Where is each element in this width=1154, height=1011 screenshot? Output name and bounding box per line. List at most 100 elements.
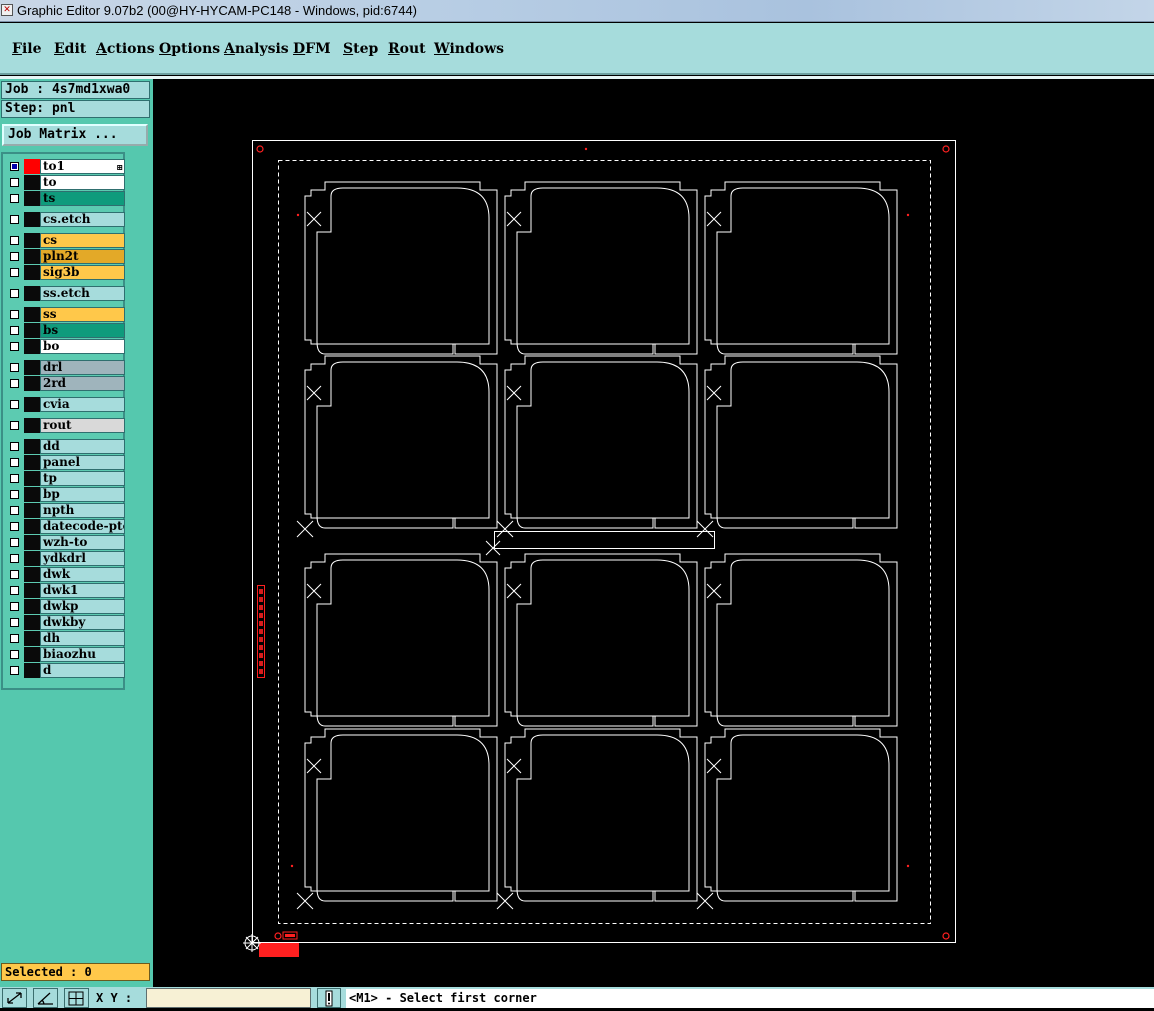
menu-windows[interactable]: Windows [434,40,504,58]
layer-name[interactable]: cvia [40,397,125,412]
layer-name[interactable]: rout [40,418,125,433]
layer-checkbox[interactable] [10,474,19,483]
layer-name[interactable]: bo [40,339,125,354]
layer-affected-indicator[interactable] [24,471,40,486]
layer-checkbox[interactable] [10,252,19,261]
layer-name[interactable]: sig3b [40,265,125,280]
layer-affected-indicator[interactable] [24,212,40,227]
layer-row-ss[interactable]: ss [6,307,126,322]
layer-checkbox[interactable] [10,522,19,531]
layer-name[interactable]: panel [40,455,125,470]
menu-step[interactable]: Step [343,40,378,58]
layer-checkbox[interactable] [10,554,19,563]
menu-dfm[interactable]: DFM [293,40,331,58]
layer-row-tp[interactable]: tp [6,471,126,486]
layer-row-datecode-pto[interactable]: datecode-pto [6,519,126,534]
layer-name[interactable]: dwk1 [40,583,125,598]
layer-affected-indicator[interactable] [24,249,40,264]
layer-row-to[interactable]: to [6,175,126,190]
measure-button[interactable] [33,988,58,1008]
layer-checkbox[interactable] [10,538,19,547]
layer-affected-indicator[interactable] [24,191,40,206]
layer-affected-indicator[interactable] [24,551,40,566]
layer-name[interactable]: dwk [40,567,125,582]
layer-name[interactable]: tp [40,471,125,486]
layer-row-wzh-to[interactable]: wzh-to [6,535,126,550]
menu-options[interactable]: Options [159,40,220,58]
layer-checkbox[interactable] [10,442,19,451]
layer-checkbox[interactable] [10,236,19,245]
layer-row-cs[interactable]: cs [6,233,126,248]
layer-affected-indicator[interactable] [24,567,40,582]
layer-name[interactable]: wzh-to [40,535,125,550]
layer-affected-indicator[interactable] [24,286,40,301]
layer-row-dd[interactable]: dd [6,439,126,454]
layer-checkbox[interactable] [10,379,19,388]
layer-checkbox[interactable] [10,326,19,335]
layer-affected-indicator[interactable] [24,535,40,550]
layer-checkbox[interactable] [10,178,19,187]
layer-checkbox[interactable] [10,268,19,277]
layer-row-sig3b[interactable]: sig3b [6,265,126,280]
layer-name[interactable]: npth [40,503,125,518]
layer-affected-indicator[interactable] [24,233,40,248]
layer-checkbox[interactable] [10,289,19,298]
layer-row-panel[interactable]: panel [6,455,126,470]
layer-row-ss-etch[interactable]: ss.etch [6,286,126,301]
layer-affected-indicator[interactable] [24,615,40,630]
xy-input[interactable] [146,988,311,1008]
layer-checkbox[interactable] [10,310,19,319]
layer-checkbox[interactable] [10,586,19,595]
layer-name[interactable]: datecode-pto [40,519,125,534]
layer-name[interactable]: biaozhu [40,647,125,662]
layer-name[interactable]: bp [40,487,125,502]
layer-checkbox[interactable] [10,506,19,515]
layer-name[interactable]: to1 ⊞ [40,159,125,174]
layer-checkbox[interactable] [10,490,19,499]
layer-checkbox[interactable] [10,618,19,627]
layer-row-rout[interactable]: rout [6,418,126,433]
layer-affected-indicator[interactable] [24,265,40,280]
layer-row-dwkp[interactable]: dwkp [6,599,126,614]
layer-affected-indicator[interactable] [24,439,40,454]
layer-name[interactable]: ss.etch [40,286,125,301]
layer-name[interactable]: cs [40,233,125,248]
menu-rout[interactable]: Rout [388,40,426,58]
layer-name[interactable]: pln2t [40,249,125,264]
layer-affected-indicator[interactable] [24,159,40,174]
layer-checkbox[interactable] [10,342,19,351]
layer-affected-indicator[interactable] [24,376,40,391]
menu-actions[interactable]: Actions [96,40,155,58]
layer-affected-indicator[interactable] [24,455,40,470]
layer-affected-indicator[interactable] [24,583,40,598]
layer-row-to1[interactable]: to1 ⊞ [6,159,126,174]
layer-name[interactable]: ydkdrl [40,551,125,566]
zoom-fit-button[interactable] [2,988,27,1008]
layer-menu-icon[interactable]: ⊞ [116,163,123,171]
layer-row-cs-etch[interactable]: cs.etch [6,212,126,227]
layer-checkbox[interactable] [10,215,19,224]
layer-checkbox[interactable] [10,194,19,203]
layer-checkbox[interactable] [10,363,19,372]
layer-name[interactable]: drl [40,360,125,375]
layer-row-biaozhu[interactable]: biaozhu [6,647,126,662]
layer-row-ts[interactable]: ts [6,191,126,206]
layer-affected-indicator[interactable] [24,397,40,412]
layer-row-dwk1[interactable]: dwk1 [6,583,126,598]
layer-name[interactable]: cs.etch [40,212,125,227]
layer-affected-indicator[interactable] [24,418,40,433]
grid-snap-button[interactable] [64,988,89,1008]
layer-name[interactable]: ss [40,307,125,322]
layer-row-npth[interactable]: npth [6,503,126,518]
graphic-canvas[interactable] [153,79,1154,987]
layer-affected-indicator[interactable] [24,339,40,354]
layer-row-bo[interactable]: bo [6,339,126,354]
layer-row-2rd[interactable]: 2rd [6,376,126,391]
layer-name[interactable]: dd [40,439,125,454]
layer-row-cvia[interactable]: cvia [6,397,126,412]
layer-affected-indicator[interactable] [24,631,40,646]
layer-row-d[interactable]: d [6,663,126,678]
layer-affected-indicator[interactable] [24,663,40,678]
layer-row-pln2t[interactable]: pln2t [6,249,126,264]
layer-row-ydkdrl[interactable]: ydkdrl [6,551,126,566]
